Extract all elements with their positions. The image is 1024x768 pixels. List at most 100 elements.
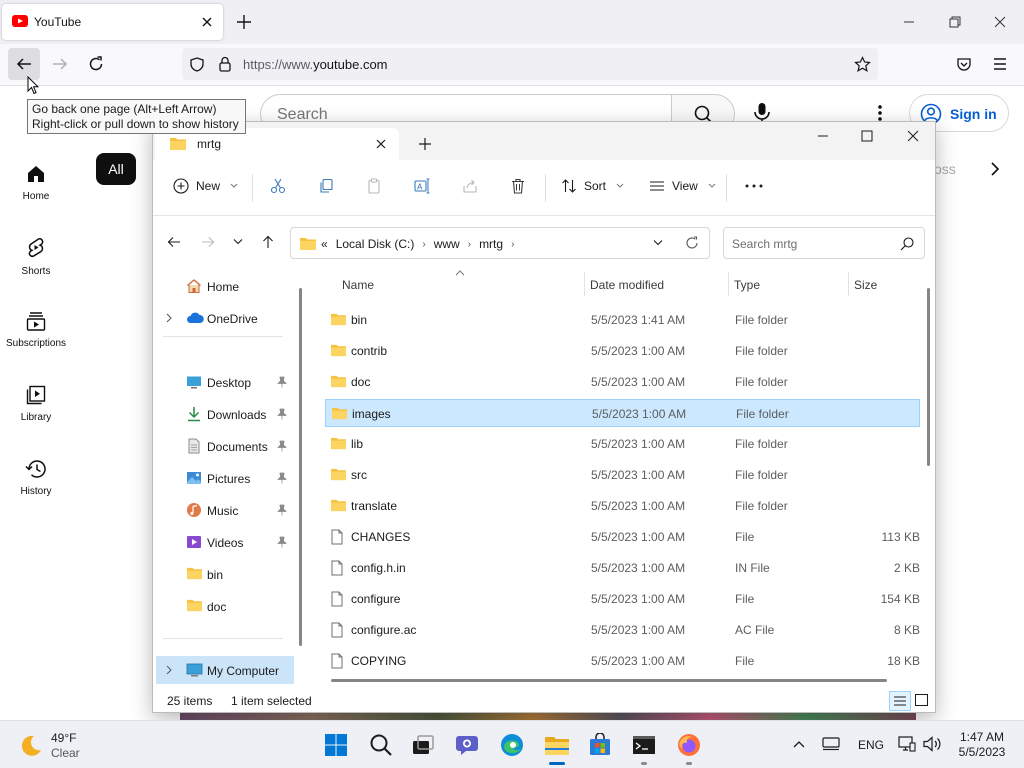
file-row-config-h-in[interactable]: config.h.in 5/5/2023 1:00 AM IN File 2 KB <box>325 554 920 582</box>
youtube-nav-history[interactable]: History <box>0 459 72 497</box>
paste-button[interactable] <box>366 178 382 194</box>
edge-browser-icon[interactable] <box>500 733 524 757</box>
pocket-icon[interactable] <box>956 56 972 72</box>
nav-item-videos[interactable]: Videos <box>153 528 303 556</box>
explorer-maximize-icon[interactable] <box>861 130 873 142</box>
file-row-copying[interactable]: COPYING 5/5/2023 1:00 AM File 18 KB <box>325 647 920 675</box>
forward-button[interactable] <box>51 55 69 73</box>
file-row-changes[interactable]: CHANGES 5/5/2023 1:00 AM File 113 KB <box>325 523 920 551</box>
youtube-nav-library[interactable]: Library <box>0 385 72 423</box>
address-history-chevron-down-icon[interactable] <box>653 239 663 247</box>
breadcrumb-overflow[interactable]: « <box>321 237 328 251</box>
show-hidden-icons-chevron-up-icon[interactable] <box>792 739 806 749</box>
url-text[interactable]: https://www.youtube.com <box>243 57 388 72</box>
up-arrow-icon[interactable] <box>261 235 275 249</box>
start-windows-icon[interactable] <box>324 733 348 757</box>
file-explorer-taskbar-icon[interactable] <box>544 733 570 757</box>
column-divider[interactable] <box>848 272 849 296</box>
column-header-name[interactable]: Name <box>342 278 374 292</box>
column-divider[interactable] <box>728 272 729 296</box>
explorer-search-input[interactable]: Search mrtg <box>723 227 925 259</box>
explorer-forward-icon[interactable] <box>201 235 215 249</box>
column-header-date-modified[interactable]: Date modified <box>590 278 664 292</box>
breadcrumb-local-disk[interactable]: Local Disk (C:) <box>336 237 415 251</box>
reload-button[interactable] <box>87 55 105 73</box>
nav-item-pictures[interactable]: Pictures <box>153 464 303 492</box>
explorer-close-icon[interactable] <box>907 130 919 142</box>
chevron-right-icon[interactable] <box>165 665 173 675</box>
nav-item-my-computer[interactable]: My Computer <box>156 656 294 684</box>
column-divider[interactable] <box>584 272 585 296</box>
browser-restore-icon[interactable] <box>947 14 963 30</box>
file-row-images[interactable]: images 5/5/2023 1:00 AM File folder <box>325 399 920 427</box>
display-network-icon[interactable] <box>898 736 916 752</box>
file-row-doc[interactable]: doc 5/5/2023 1:00 AM File folder <box>325 368 920 396</box>
breadcrumb-www[interactable]: www <box>434 237 460 251</box>
youtube-nav-home[interactable]: Home <box>0 164 72 202</box>
new-tab-plus-icon[interactable] <box>234 12 254 32</box>
hamburger-menu-icon[interactable] <box>992 57 1008 71</box>
large-icons-view-icon[interactable] <box>915 694 928 706</box>
file-row-bin[interactable]: bin 5/5/2023 1:41 AM File folder <box>325 306 920 334</box>
network-adapter-icon[interactable] <box>822 737 840 751</box>
lock-icon[interactable] <box>218 56 232 72</box>
pin-icon[interactable] <box>277 536 287 548</box>
youtube-chip-all[interactable]: All <box>96 153 136 185</box>
microsoft-store-icon[interactable] <box>588 733 612 757</box>
file-row-configure[interactable]: configure 5/5/2023 1:00 AM File 154 KB <box>325 585 920 613</box>
delete-button[interactable] <box>510 178 526 194</box>
breadcrumb-chevron-icon[interactable]: › <box>422 239 425 250</box>
explorer-back-icon[interactable] <box>167 235 181 249</box>
chevron-right-icon[interactable] <box>988 161 1002 177</box>
volume-speaker-icon[interactable] <box>922 736 942 752</box>
pin-icon[interactable] <box>277 440 287 452</box>
youtube-nav-subscriptions[interactable]: Subscriptions <box>0 311 72 349</box>
cut-button[interactable] <box>270 178 286 194</box>
close-tab-icon[interactable] <box>375 138 387 150</box>
rename-button[interactable]: A <box>414 178 430 194</box>
system-clock[interactable]: 1:47 AM 5/5/2023 <box>950 730 1014 760</box>
new-button[interactable]: New <box>173 178 238 194</box>
bookmark-star-icon[interactable] <box>854 56 871 73</box>
nav-item-onedrive[interactable]: OneDrive <box>153 304 303 332</box>
more-options-icon[interactable] <box>877 104 883 122</box>
nav-item-desktop[interactable]: Desktop <box>153 368 303 396</box>
nav-item-music[interactable]: Music <box>153 496 303 524</box>
browser-tab-youtube[interactable]: YouTube <box>2 4 223 40</box>
close-tab-icon[interactable] <box>198 13 216 31</box>
details-view-button[interactable] <box>889 691 911 711</box>
nav-item-doc[interactable]: doc <box>153 592 303 620</box>
nav-item-downloads[interactable]: Downloads <box>153 400 303 428</box>
refresh-icon[interactable] <box>685 236 699 250</box>
breadcrumb-chevron-icon[interactable]: › <box>511 239 514 250</box>
chevron-right-icon[interactable] <box>165 313 173 323</box>
breadcrumb-mrtg[interactable]: mrtg <box>479 237 503 251</box>
sort-button[interactable]: Sort <box>561 178 624 194</box>
terminal-icon[interactable] <box>632 733 656 757</box>
firefox-icon[interactable] <box>677 733 701 757</box>
file-list-vertical-scrollbar[interactable] <box>927 288 930 466</box>
explorer-minimize-icon[interactable] <box>817 134 829 138</box>
file-row-configure-ac[interactable]: configure.ac 5/5/2023 1:00 AM AC File 8 KB <box>325 616 920 644</box>
recent-locations-chevron-down-icon[interactable] <box>233 238 243 246</box>
nav-item-home[interactable]: Home <box>153 272 303 300</box>
file-list-horizontal-scrollbar[interactable] <box>331 679 887 682</box>
pin-icon[interactable] <box>277 408 287 420</box>
pin-icon[interactable] <box>277 376 287 388</box>
file-row-translate[interactable]: translate 5/5/2023 1:00 AM File folder <box>325 492 920 520</box>
pin-icon[interactable] <box>277 472 287 484</box>
teams-chat-icon[interactable] <box>455 733 481 757</box>
see-more-button[interactable] <box>745 178 763 194</box>
column-header-size[interactable]: Size <box>854 278 877 292</box>
nav-item-bin[interactable]: bin <box>153 560 303 588</box>
view-button[interactable]: View <box>649 178 716 194</box>
copy-button[interactable] <box>318 178 334 194</box>
file-row-contrib[interactable]: contrib 5/5/2023 1:00 AM File folder <box>325 337 920 365</box>
task-view-icon[interactable] <box>411 733 435 757</box>
share-button[interactable] <box>462 178 478 194</box>
tracking-protection-shield-icon[interactable] <box>190 57 204 72</box>
youtube-chip-partial[interactable]: oss <box>934 161 956 177</box>
nav-pane-scrollbar[interactable] <box>299 288 302 646</box>
input-language-indicator[interactable]: ENG <box>858 738 884 752</box>
address-bar[interactable]: https://www.youtube.com <box>182 48 878 80</box>
